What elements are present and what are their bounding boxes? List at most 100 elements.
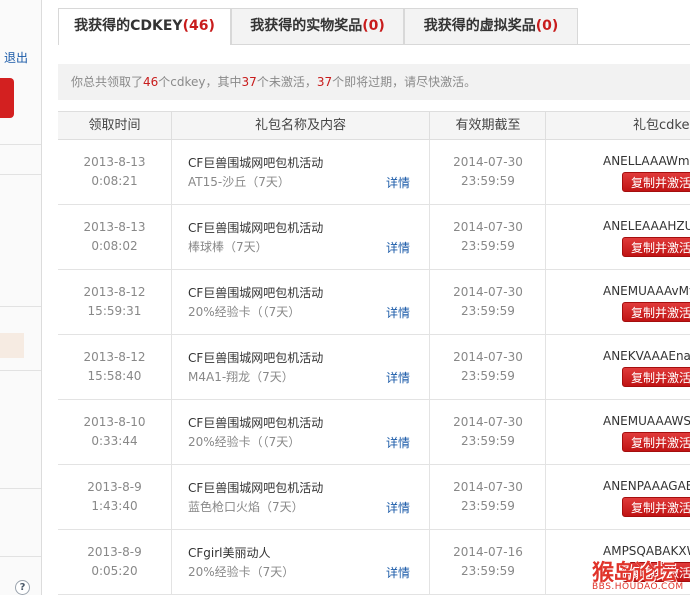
watermark-url: BBS.HOUDAO.COM (592, 582, 684, 592)
column-divider (545, 205, 546, 269)
copy-activate-button[interactable]: 复制并激活 (622, 432, 690, 452)
sidebar-divider (0, 306, 41, 307)
column-divider (171, 270, 172, 334)
claim-date: 2013-8-9 (87, 545, 142, 559)
total-count: 46 (143, 75, 159, 89)
logout-link[interactable]: 退出 (4, 49, 28, 66)
table-header: 领取时间 礼包名称及内容 有效期截至 礼包cdkey (58, 111, 690, 140)
tab-count: (0) (362, 18, 385, 34)
tab-label: 我获得的CDKEY (74, 18, 183, 34)
expiry-date: 2014-07-30 (453, 480, 523, 494)
sidebar-divider (0, 144, 41, 145)
notice-text: 个即将过期，请尽快激活。 (332, 75, 477, 89)
claim-time: 0:08:21 (91, 174, 138, 188)
gift-name: CF巨兽围城网吧包机活动 (188, 221, 324, 235)
watermark: 猴岛论坛 BBS.HOUDAO.COM (592, 555, 690, 595)
detail-link[interactable]: 详情 (386, 239, 410, 256)
gift-name: CF巨兽围城网吧包机活动 (188, 481, 324, 495)
claim-time-cell: 2013-8-13 0:08:02 (58, 218, 171, 256)
notice-text: 你总共领取了 (71, 75, 144, 89)
detail-link[interactable]: 详情 (386, 499, 410, 516)
expiry-cell: 2014-07-16 23:59:59 (430, 543, 546, 581)
claim-time-cell: 2013-8-12 15:59:31 (58, 283, 171, 321)
claim-time: 0:08:02 (91, 239, 138, 253)
column-divider (171, 465, 172, 529)
copy-activate-button[interactable]: 复制并激活 (622, 497, 690, 517)
claim-time-cell: 2013-8-10 0:33:44 (58, 413, 171, 451)
column-divider (171, 335, 172, 399)
column-divider (545, 270, 546, 334)
gift-content: 棒球棒（7天） (188, 240, 268, 254)
expiry-cell: 2014-07-30 23:59:59 (430, 218, 546, 256)
claim-date: 2013-8-12 (83, 285, 146, 299)
expiry-cell: 2014-07-30 23:59:59 (430, 153, 546, 191)
expiry-time: 23:59:59 (461, 564, 515, 578)
expiry-cell: 2014-07-30 23:59:59 (430, 283, 546, 321)
column-divider (545, 140, 546, 204)
gift-name: CF巨兽围城网吧包机活动 (188, 286, 324, 300)
expiring-count: 37 (316, 75, 333, 89)
question-icon[interactable]: ? (15, 580, 30, 595)
column-divider (545, 335, 546, 399)
gift-content: AT15-沙丘（7天） (188, 175, 290, 189)
copy-activate-button[interactable]: 复制并激活 (622, 237, 690, 257)
cdkey-table: 领取时间 礼包名称及内容 有效期截至 礼包cdkey 2013-8-13 0:08… (58, 111, 690, 595)
gift-name: CF巨兽围城网吧包机活动 (188, 416, 324, 430)
sidebar-divider (0, 370, 41, 371)
expiry-time: 23:59:59 (461, 304, 515, 318)
expiry-date: 2014-07-30 (453, 285, 523, 299)
tab-physical-prizes[interactable]: 我获得的实物奖品(0) (231, 8, 404, 44)
table-row: 2013-8-10 0:33:44 CF巨兽围城网吧包机活动 20%经验卡（（7天） 详… (58, 400, 690, 465)
expiry-date: 2014-07-30 (453, 155, 523, 169)
detail-link[interactable]: 详情 (386, 434, 410, 451)
notice-text: 个cdkey，其中 (158, 75, 242, 89)
claim-date: 2013-8-9 (87, 480, 142, 494)
tab-count: (0) (535, 18, 559, 34)
claim-date: 2013-8-13 (83, 220, 146, 234)
tab-bar: 我获得的CDKEY(46) 我获得的实物奖品(0) 我获得的虚拟奖品(0) (58, 8, 690, 45)
expiry-date: 2014-07-16 (453, 545, 523, 559)
tab-label: 我获得的实物奖品 (250, 18, 363, 34)
expiry-time: 23:59:59 (461, 434, 515, 448)
detail-link[interactable]: 详情 (386, 564, 410, 581)
sidebar-item-selected[interactable] (0, 333, 24, 358)
column-divider (545, 400, 546, 464)
gift-content: 20%经验卡（（7天） (188, 435, 301, 449)
column-divider (545, 530, 546, 594)
expiry-time: 23:59:59 (461, 369, 515, 383)
claim-time: 1:43:40 (91, 499, 138, 513)
column-divider (171, 530, 172, 594)
claim-time: 0:05:20 (91, 564, 138, 578)
tab-count: (46) (182, 18, 215, 34)
detail-link[interactable]: 详情 (386, 174, 410, 191)
column-divider (171, 205, 172, 269)
table-row: 2013-8-13 0:08:21 CF巨兽围城网吧包机活动 AT15-沙丘（7天） 详… (58, 140, 690, 205)
sidebar-divider (0, 488, 41, 489)
gift-content: M4A1-翔龙（7天） (188, 370, 294, 384)
table-row: 2013-8-12 15:58:40 CF巨兽围城网吧包机活动 M4A1-翔龙（7天）… (58, 335, 690, 400)
tab-virtual-prizes[interactable]: 我获得的虚拟奖品(0) (404, 8, 578, 44)
table-row: 2013-8-12 15:59:31 CF巨兽围城网吧包机活动 20%经验卡（（7天）… (58, 270, 690, 335)
sidebar-red-button[interactable] (0, 78, 14, 118)
copy-activate-button[interactable]: 复制并激活 (622, 302, 690, 322)
detail-link[interactable]: 详情 (386, 304, 410, 321)
column-divider (545, 112, 546, 139)
expiry-time: 23:59:59 (461, 499, 515, 513)
column-divider (171, 400, 172, 464)
claim-time-cell: 2013-8-12 15:58:40 (58, 348, 171, 386)
detail-link[interactable]: 详情 (386, 369, 410, 386)
notice-text: 个未激活， (256, 75, 317, 89)
tab-cdkey[interactable]: 我获得的CDKEY(46) (58, 8, 231, 45)
header-cdkey: 礼包cdkey (633, 118, 690, 133)
copy-activate-button[interactable]: 复制并激活 (622, 367, 690, 387)
gift-name: CFgirl美丽动人 (188, 546, 271, 560)
copy-activate-button[interactable]: 复制并激活 (622, 172, 690, 192)
table-row: 2013-8-13 0:08:02 CF巨兽围城网吧包机活动 棒球棒（7天） 详情 201… (58, 205, 690, 270)
claim-time-cell: 2013-8-13 0:08:21 (58, 153, 171, 191)
left-sidebar: 退出 ? (0, 0, 42, 595)
cdkey-value: ANENPAAAGAEW (603, 479, 690, 493)
expiry-date: 2014-07-30 (453, 220, 523, 234)
sidebar-divider (0, 174, 41, 175)
header-claim-time: 领取时间 (88, 118, 141, 133)
expiry-time: 23:59:59 (461, 174, 515, 188)
